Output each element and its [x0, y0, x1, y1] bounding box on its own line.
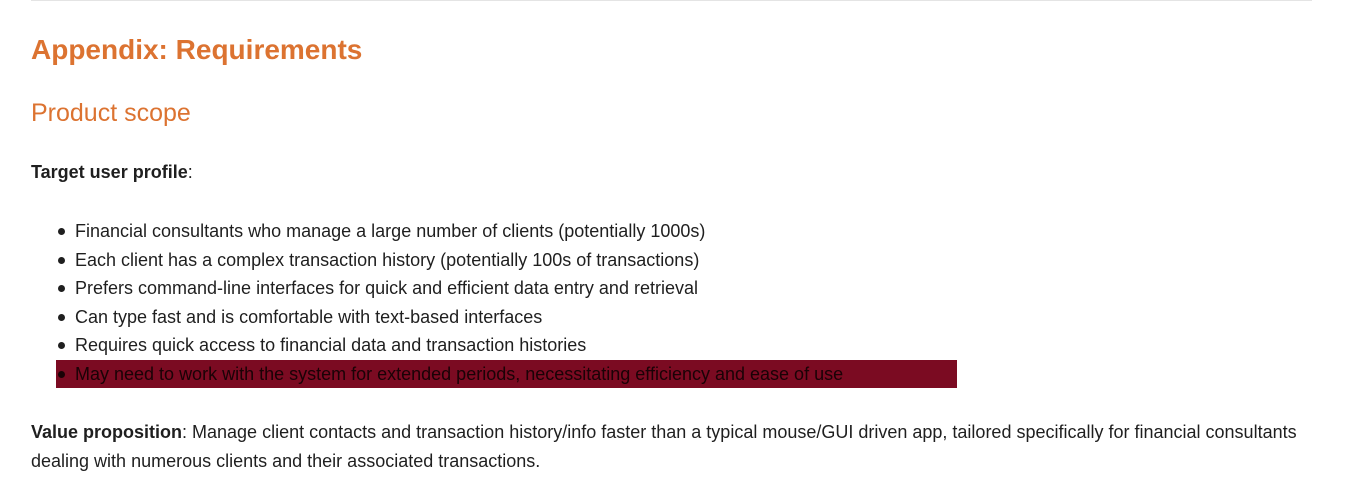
list-item: Financial consultants who manage a large… — [56, 217, 957, 246]
target-user-profile-label: Target user profile: — [31, 159, 193, 185]
list-item: Each client has a complex transaction hi… — [56, 246, 957, 275]
value-proposition-paragraph: Value proposition: Manage client contact… — [31, 418, 1321, 475]
bullet-icon — [58, 313, 65, 321]
list-item-text: Financial consultants who manage a large… — [75, 221, 706, 241]
value-proposition-text: : Manage client contacts and transaction… — [31, 422, 1297, 471]
list-item-text: Prefers command-line interfaces for quic… — [75, 278, 698, 298]
target-user-profile-colon: : — [187, 162, 193, 182]
list-item: Prefers command-line interfaces for quic… — [56, 274, 957, 303]
section-heading-product-scope: Product scope — [31, 99, 191, 127]
list-item-text: Each client has a complex transaction hi… — [75, 249, 700, 270]
page-title: Appendix: Requirements — [31, 34, 363, 65]
list-item-highlighted[interactable]: May need to work with the system for ext… — [56, 359, 957, 388]
bullet-icon — [58, 285, 65, 292]
bullet-icon — [58, 256, 65, 264]
target-user-profile-bold: Target user profile — [31, 162, 188, 182]
top-divider — [31, 0, 1312, 1]
list-item: Requires quick access to financial data … — [56, 331, 957, 360]
list-item: Can type fast and is comfortable with te… — [56, 303, 957, 332]
list-item-text[interactable]: May need to work with the system for ext… — [75, 364, 843, 384]
list-item-text: Requires quick access to financial data … — [75, 335, 587, 355]
target-user-list: Financial consultants who manage a large… — [56, 217, 957, 388]
bullet-icon — [58, 370, 65, 378]
bullet-icon — [58, 342, 65, 349]
bullet-icon — [58, 228, 65, 235]
value-proposition-label: Value proposition — [31, 422, 183, 442]
list-item-text: Can type fast and is comfortable with te… — [75, 306, 543, 327]
